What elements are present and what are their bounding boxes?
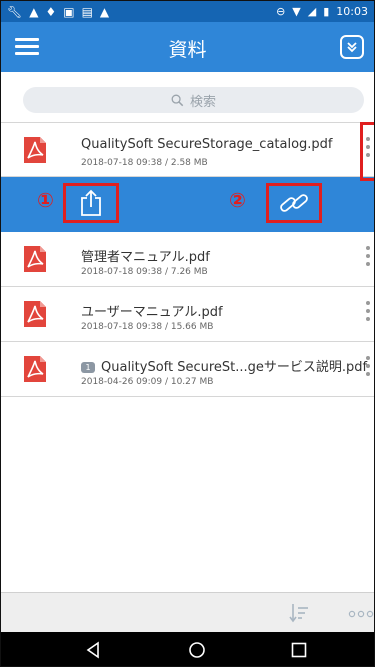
battery-icon: ▮ <box>323 5 330 18</box>
status-left-icons: 🔧︎ ▲ ♦ ▣ ▤ ▲ <box>7 6 109 18</box>
status-time: 10:03 <box>336 5 368 18</box>
pdf-file-icon <box>24 356 46 382</box>
search-area: 検索 <box>1 72 374 122</box>
home-icon[interactable] <box>187 640 207 660</box>
file-row[interactable]: ユーザーマニュアル.pdf 2018-07-18 09:38 / 15.66 M… <box>1 287 374 342</box>
file-row[interactable]: 1 QualitySoft SecureSt...geサービス説明.pdf 201… <box>1 342 374 397</box>
file-meta: 2018-04-26 09:09 / 10.27 MB <box>81 377 214 387</box>
status-bar: 🔧︎ ▲ ♦ ▣ ▤ ▲ ⊖ ▼ ◢ ▮ 10:03 <box>1 1 374 22</box>
more-options-icon[interactable] <box>362 246 374 274</box>
pdf-file-icon <box>24 301 46 327</box>
highlight-box <box>360 122 374 181</box>
share-icon <box>81 189 101 216</box>
app-bar: 資料 <box>1 22 374 72</box>
chevron-down-icon[interactable] <box>340 35 364 59</box>
wifi-icon: ▼ <box>292 5 301 18</box>
file-meta: 2018-07-18 09:38 / 2.58 MB <box>81 158 208 168</box>
file-meta: 2018-07-18 09:38 / 7.26 MB <box>81 267 208 277</box>
pdf-file-icon <box>24 137 46 163</box>
file-name: QualitySoft SecureSt...geサービス説明.pdf <box>101 360 368 375</box>
image-icon: ▣ <box>63 4 75 19</box>
pdf-file-icon <box>24 246 46 272</box>
system-nav-bar <box>1 632 374 666</box>
shield-icon: ♦ <box>45 4 57 19</box>
file-action-bar: ① ② <box>1 177 374 232</box>
dnd-icon: ⊖ <box>276 5 286 18</box>
annotation-number-2: ② <box>229 188 246 212</box>
warning-icon: ▲ <box>99 4 110 19</box>
sort-icon[interactable] <box>288 602 310 624</box>
back-icon[interactable] <box>83 640 103 660</box>
search-placeholder: 検索 <box>189 94 216 110</box>
file-row[interactable]: 管理者マニュアル.pdf 2018-07-18 09:38 / 7.26 MB <box>1 232 374 287</box>
warning-icon: ▲ <box>29 4 39 19</box>
status-right-icons: ⊖ ▼ ◢ ▮ 10:03 <box>276 5 368 18</box>
file-name: ユーザーマニュアル.pdf <box>81 305 223 320</box>
share-button[interactable] <box>63 183 119 223</box>
more-options-icon[interactable] <box>362 356 374 384</box>
wrench-icon: 🔧︎ <box>7 4 23 19</box>
bottom-toolbar <box>1 592 374 632</box>
clipboard-icon: ▤ <box>81 4 93 19</box>
signal-icon: ◢ <box>307 5 317 18</box>
file-name: QualitySoft SecureStorage_catalog.pdf <box>81 137 333 152</box>
more-options-icon[interactable] <box>362 301 374 329</box>
file-name-with-badge: 1 QualitySoft SecureSt...geサービス説明.pdf <box>81 356 367 375</box>
file-meta: 2018-07-18 09:38 / 15.66 MB <box>81 322 214 332</box>
search-icon <box>171 94 184 106</box>
annotation-number-1: ① <box>37 188 54 212</box>
file-list: QualitySoft SecureStorage_catalog.pdf 20… <box>1 122 374 397</box>
recents-icon[interactable] <box>289 640 309 660</box>
page-title: 資料 <box>168 39 207 61</box>
overflow-icon[interactable] <box>348 610 374 618</box>
file-row[interactable]: QualitySoft SecureStorage_catalog.pdf 20… <box>1 122 374 177</box>
file-name: 管理者マニュアル.pdf <box>81 250 210 265</box>
link-icon <box>280 194 308 212</box>
search-input[interactable]: 検索 <box>23 87 364 113</box>
comment-badge: 1 <box>81 362 95 373</box>
app-screen: 🔧︎ ▲ ♦ ▣ ▤ ▲ ⊖ ▼ ◢ ▮ 10:03 資料 検索 Quality… <box>0 0 375 667</box>
link-button[interactable] <box>266 183 322 223</box>
double-chevron-down-icon <box>347 42 357 53</box>
